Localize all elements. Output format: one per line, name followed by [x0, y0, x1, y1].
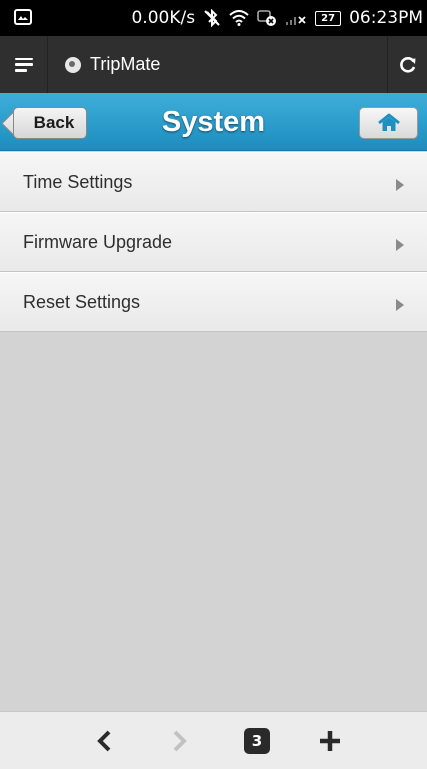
page-header: System Back — [0, 93, 427, 151]
tabs-button[interactable]: 3 — [232, 712, 282, 769]
tab-count-badge: 3 — [244, 728, 270, 754]
browser-toolbar: TripMate — [0, 36, 427, 93]
reload-button[interactable] — [387, 36, 427, 93]
status-time: 06:23PM — [349, 8, 423, 28]
reload-icon — [399, 56, 415, 73]
signal-icon — [285, 11, 307, 25]
menu-item-time-settings[interactable]: Time Settings — [0, 152, 427, 212]
bottom-navigation: 3 — [0, 711, 427, 769]
chevron-right-icon — [396, 179, 404, 191]
wifi-icon — [229, 10, 249, 26]
new-tab-button[interactable] — [305, 712, 355, 769]
plus-icon — [320, 731, 340, 751]
menu-button[interactable] — [0, 36, 48, 93]
battery-icon: 27 — [315, 10, 342, 26]
menu-item-label: Time Settings — [23, 171, 133, 192]
forward-nav-button[interactable] — [155, 712, 205, 769]
back-button[interactable]: Back — [13, 107, 87, 139]
menu-item-reset-settings[interactable]: Reset Settings — [0, 272, 427, 332]
tab-title-label: TripMate — [90, 54, 161, 74]
net-speed: 0.00K/s — [131, 8, 196, 28]
forward-arrow-icon — [173, 730, 187, 752]
home-button[interactable] — [359, 107, 418, 139]
menu-item-label: Firmware Upgrade — [23, 231, 173, 252]
sync-off-icon — [257, 9, 277, 27]
menu-item-label: Reset Settings — [23, 291, 141, 312]
browser-tab-title[interactable]: TripMate — [65, 36, 160, 93]
chevron-right-icon — [396, 239, 404, 251]
settings-menu: Time Settings Firmware Upgrade Reset Set… — [0, 152, 427, 332]
image-icon — [14, 9, 32, 25]
bluetooth-off-icon — [203, 9, 221, 27]
home-icon — [377, 113, 400, 131]
menu-icon — [14, 57, 33, 72]
back-button-label: Back — [33, 113, 75, 132]
status-bar: 0.00K/s 27 06:23PM — [0, 0, 427, 36]
site-icon — [65, 56, 81, 73]
back-arrow-icon — [97, 730, 111, 752]
back-nav-button[interactable] — [79, 712, 129, 769]
menu-item-firmware-upgrade[interactable]: Firmware Upgrade — [0, 212, 427, 272]
chevron-right-icon — [396, 299, 404, 311]
